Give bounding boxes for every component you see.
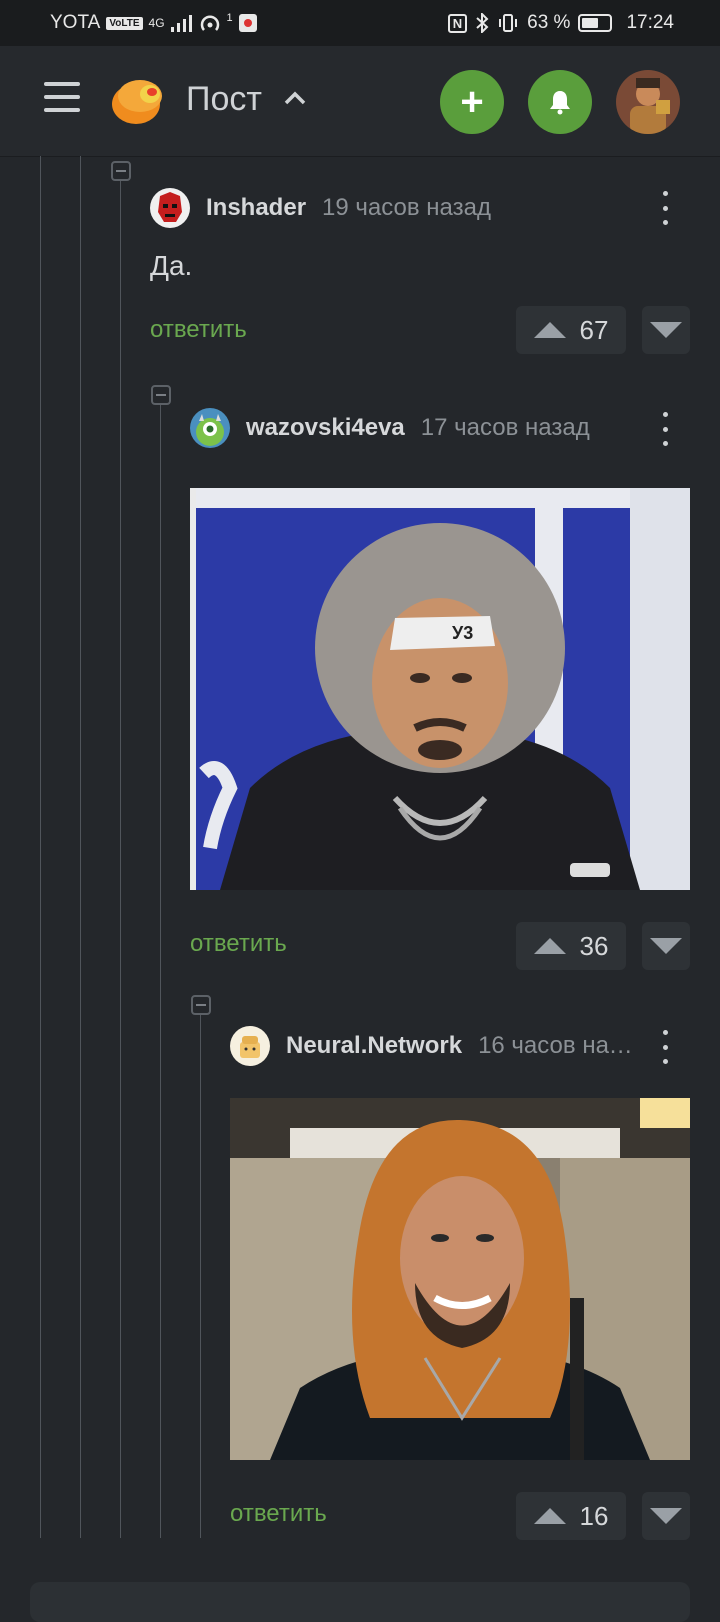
logo-icon[interactable] (110, 74, 166, 126)
comment-time: 16 часов назад (478, 1032, 638, 1059)
more-options-icon[interactable] (661, 1030, 669, 1064)
battery-icon (578, 14, 613, 32)
commenter-avatar[interactable] (190, 408, 230, 448)
arrow-up-icon (533, 938, 566, 954)
plus-icon: + (460, 79, 484, 124)
arrow-down-icon (650, 1508, 682, 1524)
commenter-avatar[interactable] (230, 1026, 270, 1066)
arrow-down-icon (650, 938, 682, 954)
comment-time: 19 часов назад (322, 194, 491, 221)
reply-button[interactable]: ответить (230, 1500, 327, 1528)
thread-line[interactable] (80, 156, 81, 1538)
more-options-icon[interactable] (661, 412, 669, 446)
upvote-button[interactable]: 36 (516, 922, 626, 970)
comment-score: 67 (579, 314, 609, 345)
nfc-icon: N (447, 13, 468, 33)
downvote-button[interactable] (642, 922, 690, 970)
collapse-toggle[interactable] (191, 995, 211, 1015)
comment-time: 17 часов назад (420, 414, 590, 441)
comment-image[interactable] (230, 1098, 690, 1460)
status-bar: YOTA VoLTE 4G 1 N 63 % 17:24 (0, 0, 720, 46)
thread-line[interactable] (160, 396, 161, 1538)
thread-line[interactable] (200, 1008, 201, 1538)
chevron-up-icon[interactable] (283, 90, 307, 106)
vibrate-icon (499, 14, 518, 32)
arrow-up-icon (533, 322, 566, 338)
arrow-down-icon (650, 322, 682, 338)
headband-text: У3 (452, 623, 473, 643)
comment-text: Да. (150, 250, 193, 281)
notifications-button[interactable] (528, 70, 592, 134)
thread-line[interactable] (120, 174, 121, 1538)
hotspot-count: 1 (226, 12, 233, 24)
menu-icon[interactable] (44, 82, 80, 116)
bell-icon (550, 91, 570, 115)
hotspot-icon (200, 15, 219, 31)
comment-thread: Inshader 19 часов назад Да. ответить 67 … (0, 156, 720, 1600)
comment-score: 36 (579, 930, 609, 961)
comment-header: Neural.Network 16 часов назад (230, 1026, 638, 1066)
collapse-toggle[interactable] (151, 385, 171, 405)
comment-score: 16 (579, 1500, 609, 1531)
thread-line[interactable] (40, 156, 41, 1538)
add-post-button[interactable]: + (440, 70, 504, 134)
app-bar: Пост + (0, 46, 720, 157)
arrow-up-icon (533, 1508, 566, 1524)
upvote-button[interactable]: 67 (516, 306, 626, 354)
signal-icon (170, 15, 192, 32)
comment-username[interactable]: Inshader (206, 194, 306, 222)
comment-image[interactable]: У3 (190, 488, 690, 890)
user-avatar[interactable] (616, 70, 680, 134)
clock: 17:24 (626, 12, 674, 33)
upvote-button[interactable]: 16 (516, 1492, 626, 1540)
network-label: 4G (148, 16, 165, 30)
comment-username[interactable]: wazovski4eva (246, 414, 405, 442)
comment-username[interactable]: Neural.Network (286, 1032, 462, 1060)
volte-badge: VoLTE (106, 16, 143, 30)
bottom-panel[interactable] (30, 1582, 690, 1622)
location-app-icon (238, 14, 257, 32)
collapse-toggle[interactable] (111, 161, 131, 181)
commenter-avatar[interactable] (150, 188, 190, 228)
comment-header: Inshader 19 часов назад (150, 188, 670, 228)
comment-header: wazovski4eva 17 часов назад (190, 408, 640, 448)
reply-button[interactable]: ответить (190, 930, 287, 958)
battery-percent: 63 % (527, 12, 571, 33)
page-title[interactable]: Пост (186, 80, 262, 119)
carrier-label: YOTA (50, 12, 101, 33)
downvote-button[interactable] (642, 306, 690, 354)
more-options-icon[interactable] (661, 191, 669, 225)
bluetooth-icon (476, 13, 489, 33)
downvote-button[interactable] (642, 1492, 690, 1540)
reply-button[interactable]: ответить (150, 316, 247, 344)
